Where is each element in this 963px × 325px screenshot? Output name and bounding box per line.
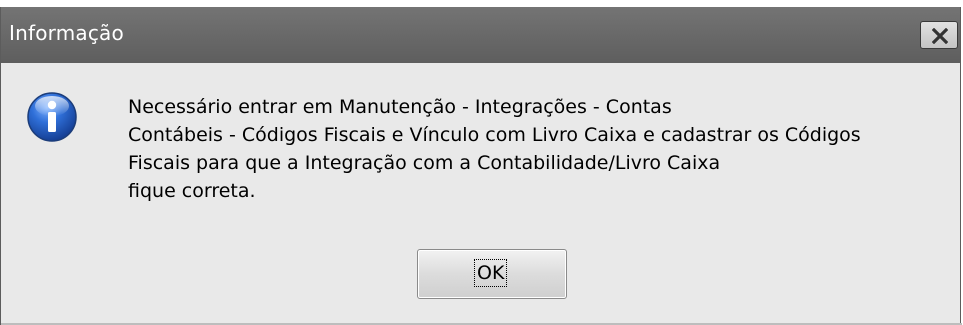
- ok-button-label: OK: [474, 259, 508, 287]
- dialog-title: Informação: [9, 21, 124, 45]
- info-icon: [27, 92, 77, 142]
- message-line: Necessário entrar em Manutenção - Integr…: [128, 96, 672, 118]
- message-line: Contábeis - Códigos Fiscais e Vínculo co…: [128, 124, 861, 146]
- message-line: fique correta.: [128, 180, 256, 202]
- close-icon: [932, 28, 948, 44]
- ok-button[interactable]: OK: [417, 249, 567, 299]
- close-button[interactable]: [920, 21, 958, 49]
- information-dialog: Informação Necessário entrar em Manutenç…: [0, 7, 962, 325]
- dialog-message: Necessário entrar em Manutenção - Integr…: [128, 93, 958, 205]
- message-line: Fiscais para que a Integração com a Cont…: [128, 152, 721, 174]
- dialog-content: Necessário entrar em Manutenção - Integr…: [1, 63, 960, 325]
- dialog-titlebar[interactable]: Informação: [1, 7, 960, 63]
